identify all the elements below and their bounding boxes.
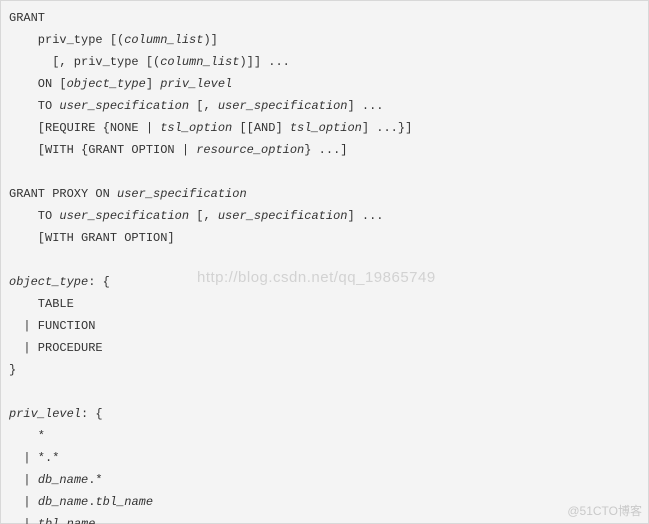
sql-syntax-block: GRANT priv_type [(column_list)] [, priv_…: [1, 1, 648, 524]
line: }: [9, 363, 16, 377]
line: priv_type [(column_list)]: [9, 33, 218, 47]
line: | db_name.tbl_name: [9, 495, 153, 509]
line: | *.*: [9, 451, 59, 465]
line: | FUNCTION: [9, 319, 95, 333]
line: priv_level: {: [9, 407, 103, 421]
line: GRANT PROXY ON user_specification: [9, 187, 247, 201]
line: object_type: {: [9, 275, 110, 289]
line: [, priv_type [(column_list)]] ...: [9, 55, 290, 69]
line: GRANT: [9, 11, 45, 25]
line: | PROCEDURE: [9, 341, 103, 355]
line: [WITH GRANT OPTION]: [9, 231, 175, 245]
line: TABLE: [9, 297, 74, 311]
line: [WITH {GRANT OPTION | resource_option} .…: [9, 143, 347, 157]
line: TO user_specification [, user_specificat…: [9, 209, 384, 223]
line: | tbl_name: [9, 517, 95, 524]
line: *: [9, 429, 45, 443]
line: [REQUIRE {NONE | tsl_option [[AND] tsl_o…: [9, 121, 412, 135]
line: ON [object_type] priv_level: [9, 77, 232, 91]
line: TO user_specification [, user_specificat…: [9, 99, 384, 113]
line: | db_name.*: [9, 473, 103, 487]
